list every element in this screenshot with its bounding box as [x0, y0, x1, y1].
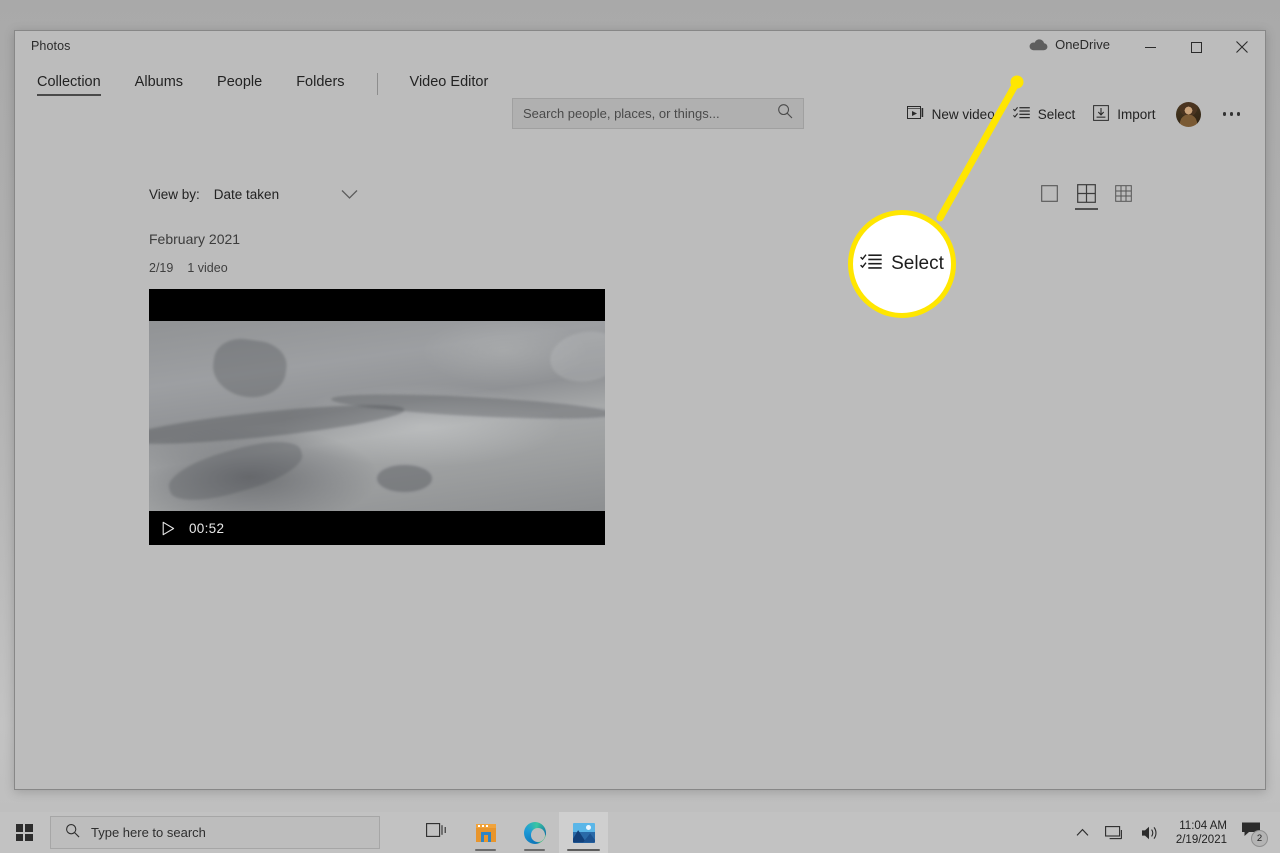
view-by-control[interactable]: View by: Date taken	[149, 187, 358, 202]
select-icon	[860, 253, 882, 276]
task-view-icon	[425, 821, 448, 844]
volume-icon[interactable]	[1133, 812, 1168, 853]
show-hidden-icons-button[interactable]	[1068, 812, 1097, 853]
network-icon[interactable]	[1097, 812, 1133, 853]
new-video-label: New video	[931, 106, 995, 122]
view-mode-small-grid[interactable]	[1113, 183, 1134, 204]
notifications-button[interactable]: 2	[1237, 812, 1272, 853]
nav-divider	[376, 73, 378, 95]
search-icon[interactable]	[777, 103, 793, 124]
gallery-group-title: February 2021	[149, 231, 241, 247]
search-input[interactable]: Search people, places, or things...	[512, 98, 804, 129]
minimize-button[interactable]	[1127, 31, 1173, 63]
view-mode-medium-grid[interactable]	[1075, 183, 1098, 210]
taskbar: Type here to search 11:04 AM 2/19/2021 2	[0, 812, 1280, 853]
import-label: Import	[1117, 106, 1156, 122]
taskbar-search-input[interactable]: Type here to search	[50, 816, 380, 849]
video-thumbnail-tile[interactable]: 00:52	[149, 289, 605, 545]
title-bar: Photos OneDrive	[15, 31, 1265, 64]
more-options-button[interactable]	[1214, 106, 1250, 122]
ellipsis-dot	[1222, 112, 1226, 116]
clock[interactable]: 11:04 AM 2/19/2021	[1168, 812, 1237, 853]
tab-video-editor[interactable]: Video Editor	[410, 74, 489, 95]
view-by-value: Date taken	[213, 187, 280, 202]
callout-label: Select	[891, 253, 944, 274]
windows-logo-icon	[15, 824, 33, 841]
new-video-icon	[906, 105, 924, 123]
taskbar-app-icons	[412, 812, 608, 853]
photos-app-window: Photos OneDrive Collection Albums People…	[14, 30, 1266, 790]
task-view-button[interactable]	[412, 812, 461, 853]
taskbar-app-microsoft-edge[interactable]	[510, 812, 559, 853]
cloud-icon	[1029, 38, 1048, 51]
import-button[interactable]: Import	[1084, 102, 1164, 127]
video-tile-footer: 00:52	[149, 511, 605, 545]
callout-bubble: Select	[848, 210, 956, 318]
window-caption-buttons	[1127, 31, 1265, 63]
taskbar-app-photos[interactable]	[559, 812, 608, 853]
notifications-count-badge: 2	[1251, 830, 1268, 847]
search-placeholder: Search people, places, or things...	[523, 106, 720, 121]
navigation-tabs: Collection Albums People Folders Video E…	[37, 64, 522, 104]
select-button[interactable]: Select	[1004, 103, 1085, 126]
select-icon	[1012, 106, 1030, 123]
close-button[interactable]	[1219, 31, 1265, 63]
clock-date: 2/19/2021	[1175, 833, 1227, 846]
video-thumbnail-image	[149, 321, 605, 511]
gallery-group-subtitle: 2/19 1 video	[149, 261, 228, 275]
video-duration: 00:52	[189, 520, 225, 536]
tab-folders[interactable]: Folders	[296, 74, 344, 95]
new-video-button[interactable]: New video	[898, 102, 1004, 126]
gallery-content: View by: Date taken February 2021 2/19 1…	[15, 139, 1265, 789]
photos-icon	[572, 822, 595, 843]
maximize-button[interactable]	[1173, 31, 1219, 63]
import-icon	[1093, 104, 1110, 124]
gallery-group-count: 1 video	[187, 261, 228, 275]
view-mode-single[interactable]	[1039, 183, 1060, 204]
avatar[interactable]	[1175, 101, 1201, 127]
system-tray: 11:04 AM 2/19/2021 2	[1068, 812, 1280, 853]
onedrive-status[interactable]: OneDrive	[1029, 37, 1110, 52]
tab-people[interactable]: People	[217, 74, 262, 95]
microsoft-store-icon	[475, 823, 497, 843]
start-button[interactable]	[0, 812, 48, 853]
chevron-down-icon[interactable]	[341, 189, 358, 200]
view-mode-switcher	[1039, 183, 1134, 210]
clock-time: 11:04 AM	[1179, 819, 1227, 832]
gallery-group-date: 2/19	[149, 261, 174, 275]
play-icon[interactable]	[162, 521, 175, 536]
ellipsis-dot	[1229, 112, 1233, 116]
command-actions: New video Select Import	[898, 99, 1249, 129]
taskbar-app-microsoft-store[interactable]	[461, 812, 510, 853]
tab-albums[interactable]: Albums	[135, 74, 183, 95]
taskbar-search-placeholder: Type here to search	[91, 825, 206, 840]
onedrive-label: OneDrive	[1055, 37, 1110, 52]
microsoft-edge-icon	[523, 821, 546, 844]
ellipsis-dot	[1236, 112, 1240, 116]
tab-collection[interactable]: Collection	[37, 74, 101, 96]
window-title: Photos	[31, 39, 71, 53]
select-label: Select	[1037, 106, 1076, 122]
view-by-label: View by:	[149, 187, 200, 202]
search-icon	[65, 823, 80, 843]
desktop: Photos OneDrive Collection Albums People…	[0, 0, 1280, 853]
